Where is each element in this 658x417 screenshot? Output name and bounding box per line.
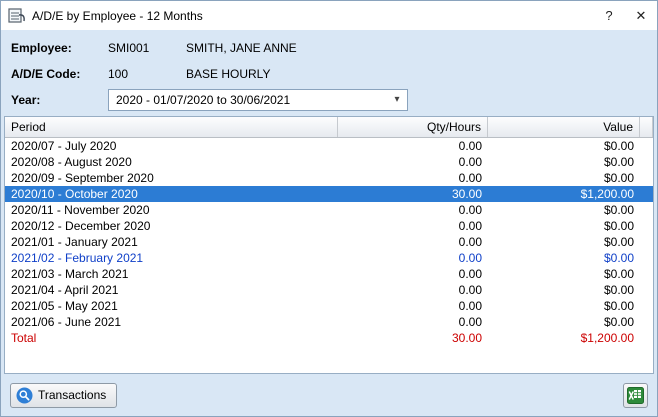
value-cell: $0.00 <box>488 234 640 250</box>
close-button[interactable]: ✕ <box>625 1 657 30</box>
value-cell: $0.00 <box>488 314 640 330</box>
ade-code: 100 <box>108 67 186 81</box>
qty-cell: 0.00 <box>338 170 488 186</box>
employee-label: Employee: <box>11 41 108 55</box>
value-cell: $0.00 <box>488 170 640 186</box>
period-cell: 2020/12 - December 2020 <box>5 218 338 234</box>
table-row[interactable]: 2020/07 - July 20200.00$0.00 <box>5 138 653 154</box>
qty-cell: 0.00 <box>338 234 488 250</box>
column-header-value[interactable]: Value <box>488 117 640 137</box>
row-spacer <box>640 154 653 170</box>
app-icon <box>8 7 26 24</box>
export-excel-button[interactable] <box>623 383 648 408</box>
qty-cell: 0.00 <box>338 218 488 234</box>
footer-bar: Transactions <box>1 374 657 416</box>
row-spacer <box>640 298 653 314</box>
transactions-button-label: Transactions <box>38 388 106 402</box>
period-cell: 2021/04 - April 2021 <box>5 282 338 298</box>
table-row[interactable]: 2021/02 - February 20210.00$0.00 <box>5 250 653 266</box>
table-row[interactable]: 2020/08 - August 20200.00$0.00 <box>5 154 653 170</box>
total-value: $1,200.00 <box>488 330 640 346</box>
table-row[interactable]: 2020/11 - November 20200.00$0.00 <box>5 202 653 218</box>
grid-header: Period Qty/Hours Value <box>5 117 653 138</box>
column-header-period[interactable]: Period <box>5 117 338 137</box>
total-qty: 30.00 <box>338 330 488 346</box>
row-spacer <box>640 250 653 266</box>
total-label: Total <box>5 330 338 346</box>
value-cell: $0.00 <box>488 250 640 266</box>
grid-body: 2020/07 - July 20200.00$0.002020/08 - Au… <box>5 138 653 330</box>
period-cell: 2020/10 - October 2020 <box>5 186 338 202</box>
row-spacer <box>640 266 653 282</box>
employee-code: SMI001 <box>108 41 186 55</box>
table-row[interactable]: 2021/03 - March 20210.00$0.00 <box>5 266 653 282</box>
window-title: A/D/E by Employee - 12 Months <box>32 9 593 23</box>
period-cell: 2020/08 - August 2020 <box>5 154 338 170</box>
row-spacer <box>640 330 653 346</box>
row-spacer <box>640 234 653 250</box>
value-cell: $0.00 <box>488 298 640 314</box>
qty-cell: 0.00 <box>338 250 488 266</box>
row-spacer <box>640 202 653 218</box>
table-row[interactable]: 2020/10 - October 202030.00$1,200.00 <box>5 186 653 202</box>
qty-cell: 0.00 <box>338 138 488 154</box>
qty-cell: 0.00 <box>338 154 488 170</box>
table-total-row: Total 30.00 $1,200.00 <box>5 330 653 346</box>
qty-cell: 30.00 <box>338 186 488 202</box>
year-row: Year: 2020 - 01/07/2020 to 30/06/2021 ▾ <box>11 90 647 110</box>
table-row[interactable]: 2021/05 - May 20210.00$0.00 <box>5 298 653 314</box>
row-spacer <box>640 314 653 330</box>
value-cell: $0.00 <box>488 154 640 170</box>
period-cell: 2021/02 - February 2021 <box>5 250 338 266</box>
period-cell: 2021/03 - March 2021 <box>5 266 338 282</box>
year-label: Year: <box>11 93 108 107</box>
year-select[interactable]: 2020 - 01/07/2020 to 30/06/2021 ▾ <box>108 89 408 111</box>
header-spacer <box>640 117 653 137</box>
grid-empty-area <box>5 346 653 373</box>
table-row[interactable]: 2021/06 - June 20210.00$0.00 <box>5 314 653 330</box>
table-row[interactable]: 2021/01 - January 20210.00$0.00 <box>5 234 653 250</box>
dialog-window: A/D/E by Employee - 12 Months ? ✕ Employ… <box>0 0 658 417</box>
qty-cell: 0.00 <box>338 202 488 218</box>
periods-grid: Period Qty/Hours Value 2020/07 - July 20… <box>4 116 654 374</box>
period-cell: 2020/07 - July 2020 <box>5 138 338 154</box>
row-spacer <box>640 186 653 202</box>
row-spacer <box>640 282 653 298</box>
table-row[interactable]: 2020/09 - September 20200.00$0.00 <box>5 170 653 186</box>
value-cell: $0.00 <box>488 282 640 298</box>
year-select-value: 2020 - 01/07/2020 to 30/06/2021 <box>116 93 390 107</box>
row-spacer <box>640 218 653 234</box>
column-header-qty[interactable]: Qty/Hours <box>338 117 488 137</box>
value-cell: $0.00 <box>488 266 640 282</box>
period-cell: 2020/11 - November 2020 <box>5 202 338 218</box>
title-bar: A/D/E by Employee - 12 Months ? ✕ <box>1 1 657 30</box>
qty-cell: 0.00 <box>338 298 488 314</box>
ade-code-row: A/D/E Code: 100 BASE HOURLY <box>11 64 647 84</box>
qty-cell: 0.00 <box>338 266 488 282</box>
value-cell: $1,200.00 <box>488 186 640 202</box>
period-cell: 2021/01 - January 2021 <box>5 234 338 250</box>
row-spacer <box>640 170 653 186</box>
period-cell: 2021/05 - May 2021 <box>5 298 338 314</box>
qty-cell: 0.00 <box>338 282 488 298</box>
ade-name: BASE HOURLY <box>186 67 270 81</box>
employee-row: Employee: SMI001 SMITH, JANE ANNE <box>11 38 647 58</box>
row-spacer <box>640 138 653 154</box>
excel-icon <box>627 387 644 404</box>
ade-code-label: A/D/E Code: <box>11 67 108 81</box>
magnifier-icon <box>16 387 33 404</box>
qty-cell: 0.00 <box>338 314 488 330</box>
value-cell: $0.00 <box>488 138 640 154</box>
employee-name: SMITH, JANE ANNE <box>186 41 297 55</box>
period-cell: 2020/09 - September 2020 <box>5 170 338 186</box>
help-button[interactable]: ? <box>593 1 625 30</box>
table-row[interactable]: 2020/12 - December 20200.00$0.00 <box>5 218 653 234</box>
period-cell: 2021/06 - June 2021 <box>5 314 338 330</box>
chevron-down-icon: ▾ <box>390 95 404 105</box>
value-cell: $0.00 <box>488 218 640 234</box>
table-row[interactable]: 2021/04 - April 20210.00$0.00 <box>5 282 653 298</box>
transactions-button[interactable]: Transactions <box>10 383 117 408</box>
header-panel: Employee: SMI001 SMITH, JANE ANNE A/D/E … <box>1 30 657 116</box>
value-cell: $0.00 <box>488 202 640 218</box>
